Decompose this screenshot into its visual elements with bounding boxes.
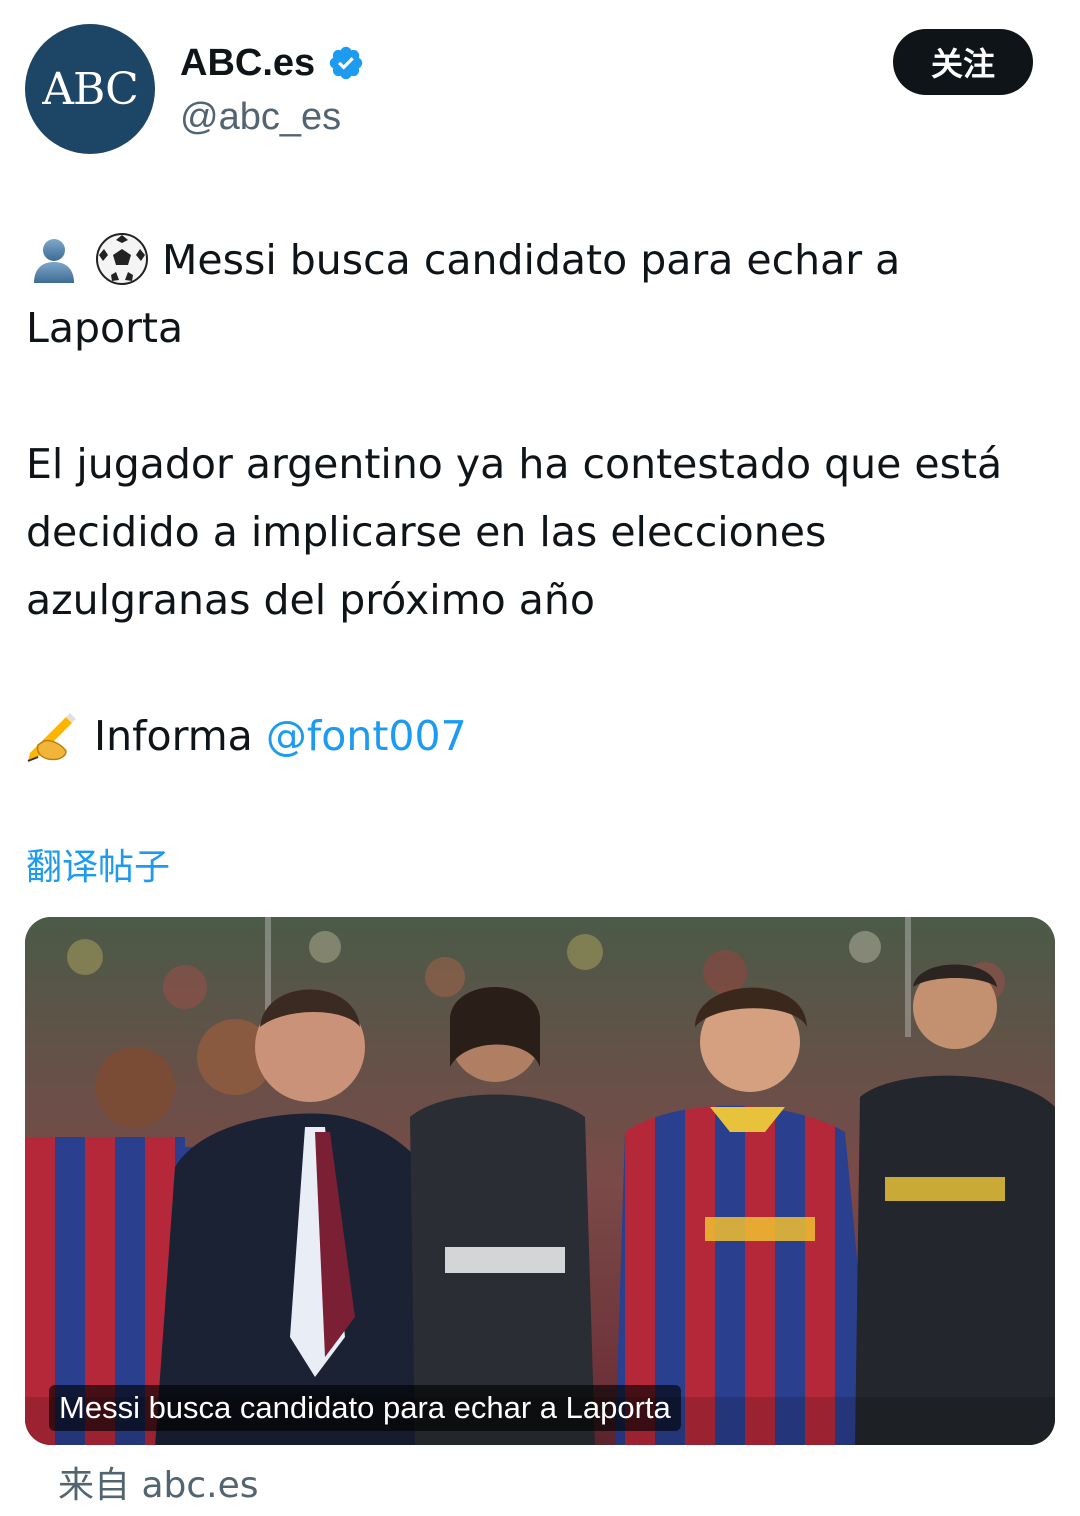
display-name[interactable]: ABC.es (180, 40, 365, 86)
verified-badge-icon (327, 44, 365, 82)
tweet-credit-line: Informa @font007 (26, 702, 1036, 770)
avatar-text: ABC (42, 63, 139, 115)
writing-hand-icon (26, 707, 82, 763)
soccer-ball-icon (94, 231, 150, 287)
avatar[interactable]: ABC (25, 24, 155, 154)
bust-in-silhouette-icon (26, 231, 82, 287)
tweet-text: Messi busca candidato para echar a Lapor… (26, 226, 1036, 770)
follow-button[interactable]: 关注 (893, 29, 1033, 95)
tweet-credit-prefix: Informa (94, 712, 253, 760)
tweet-headline: Messi busca candidato para echar a Lapor… (26, 236, 901, 352)
link-card-source[interactable]: 来自 abc.es (58, 1456, 259, 1508)
tweet-headline-line: Messi busca candidato para echar a Lapor… (26, 226, 1036, 362)
link-card[interactable]: Messi busca candidato para echar a Lapor… (25, 917, 1055, 1445)
link-card-caption: Messi busca candidato para echar a Lapor… (49, 1385, 681, 1431)
tweet-paragraph: El jugador argentino ya ha contestado qu… (26, 440, 1003, 624)
link-card-image (25, 917, 1055, 1445)
follow-button-label: 关注 (930, 45, 995, 83)
mention-link[interactable]: @font007 (266, 712, 467, 760)
display-name-text: ABC.es (180, 41, 316, 84)
handle[interactable]: @abc_es (180, 96, 341, 139)
translate-post-link[interactable]: 翻译帖子 (26, 838, 170, 890)
